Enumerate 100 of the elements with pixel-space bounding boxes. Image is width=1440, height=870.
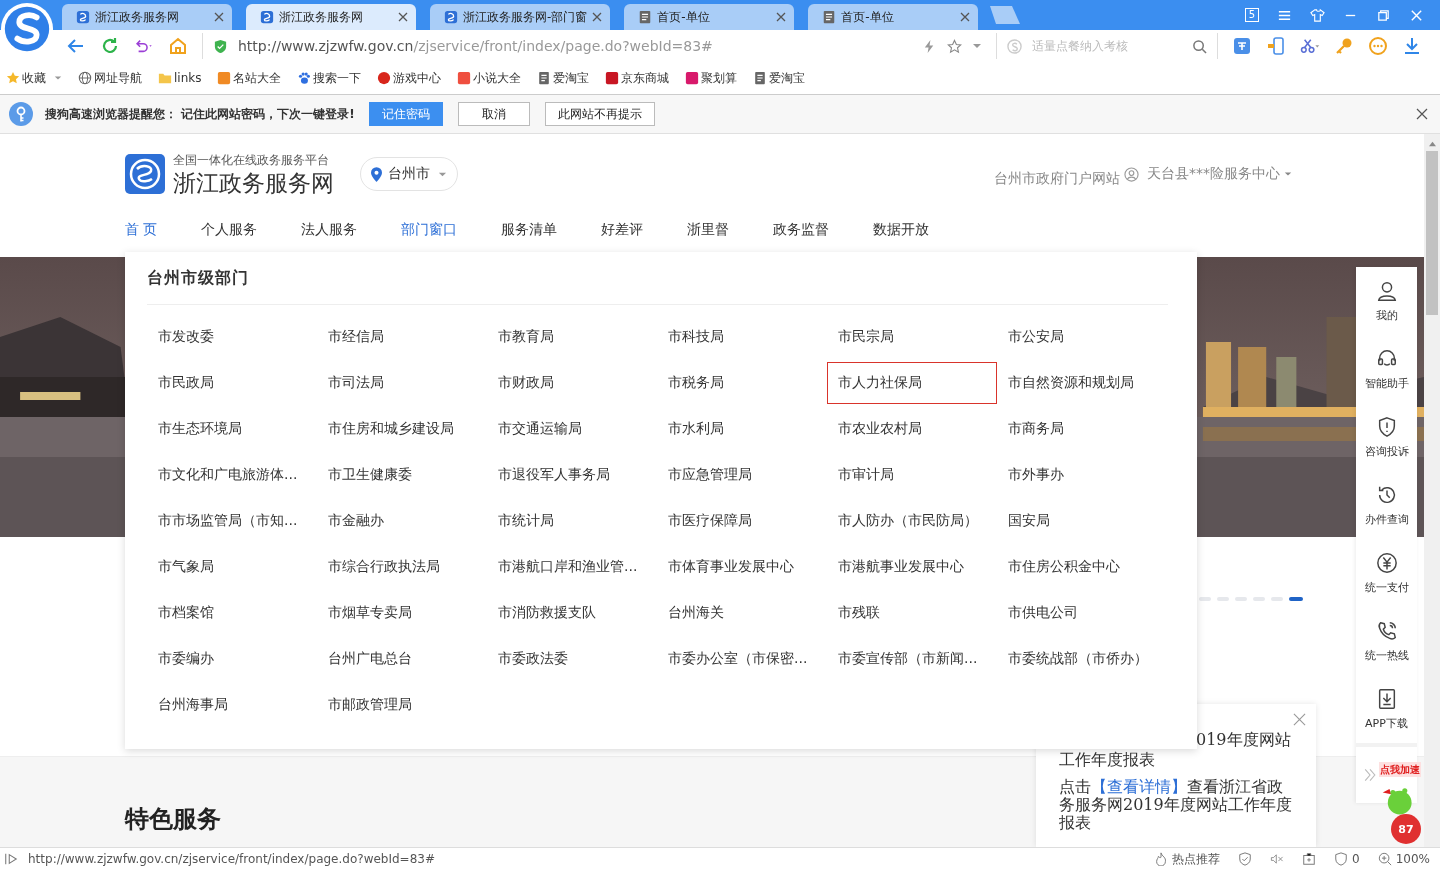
- department-link[interactable]: 市委统战部（市侨办）: [997, 638, 1167, 680]
- bookmark-item[interactable]: 京东商城: [605, 69, 670, 87]
- department-link[interactable]: 市经信局: [317, 316, 487, 358]
- prompt-button[interactable]: 此网站不再提示: [544, 102, 655, 126]
- sidebar-item[interactable]: 咨询投诉: [1356, 403, 1417, 471]
- mute-icon[interactable]: [1270, 852, 1285, 866]
- department-link[interactable]: 市委编办: [147, 638, 317, 680]
- department-link[interactable]: 市卫生健康委: [317, 454, 487, 496]
- nav-item[interactable]: 部门窗口: [401, 221, 458, 239]
- department-link[interactable]: 市委办公室（市保密...: [657, 638, 827, 680]
- department-link[interactable]: 市司法局: [317, 362, 487, 404]
- department-link[interactable]: 市统计局: [487, 500, 657, 542]
- close-icon[interactable]: [960, 12, 971, 22]
- bookmark-item[interactable]: 名站大全: [217, 69, 282, 87]
- scrollbar-thumb[interactable]: [1426, 151, 1438, 315]
- browser-tab[interactable]: 首页-单位: [808, 4, 979, 30]
- ad-block-icon[interactable]: [1334, 852, 1349, 866]
- nav-item[interactable]: 服务清单: [501, 221, 558, 239]
- sidebar-item[interactable]: 我的: [1356, 267, 1417, 335]
- department-link[interactable]: 市民宗局: [827, 316, 997, 358]
- scroll-up-icon[interactable]: [1427, 140, 1437, 147]
- restore-icon[interactable]: [1376, 7, 1391, 23]
- caret-icon[interactable]: [972, 41, 982, 51]
- bookmark-item[interactable]: 爱淘宝: [537, 69, 590, 87]
- department-link[interactable]: 市残联: [827, 592, 997, 634]
- bookmark-item[interactable]: 收藏: [6, 69, 62, 87]
- download-icon[interactable]: [1402, 36, 1422, 56]
- nav-item[interactable]: 浙里督: [687, 221, 730, 239]
- close-icon[interactable]: [1416, 108, 1428, 120]
- new-tab-icon[interactable]: [990, 6, 1021, 24]
- logo-icon[interactable]: [125, 154, 165, 194]
- refresh-icon[interactable]: [100, 36, 120, 56]
- department-link[interactable]: 市住房公积金中心: [997, 546, 1167, 588]
- department-link[interactable]: 市供电公司: [997, 592, 1167, 634]
- key-icon[interactable]: [1334, 36, 1354, 56]
- close-icon[interactable]: [592, 12, 603, 22]
- sidebar-item[interactable]: 统一支付: [1356, 539, 1417, 607]
- department-link[interactable]: 国安局: [997, 500, 1167, 542]
- nav-item[interactable]: 法人服务: [301, 221, 358, 239]
- bookmark-item[interactable]: 小说大全: [457, 69, 522, 87]
- department-link[interactable]: 市科技局: [657, 316, 827, 358]
- department-link[interactable]: 市发改委: [147, 316, 317, 358]
- zoom-level[interactable]: 100%: [1395, 852, 1430, 866]
- department-link[interactable]: 市文化和广电旅游体...: [147, 454, 317, 496]
- sidebar-item[interactable]: 统一热线: [1356, 607, 1417, 675]
- department-link[interactable]: 台州海关: [657, 592, 827, 634]
- close-icon[interactable]: [214, 12, 224, 22]
- department-link[interactable]: 市综合行政执法局: [317, 546, 487, 588]
- star-icon[interactable]: [947, 38, 962, 54]
- department-link[interactable]: 市民政局: [147, 362, 317, 404]
- bookmark-item[interactable]: 网址导航: [78, 69, 142, 87]
- bookmark-item[interactable]: 爱淘宝: [753, 69, 806, 87]
- more-icon[interactable]: [1368, 36, 1388, 56]
- department-link[interactable]: 市税务局: [657, 362, 827, 404]
- sidebar-item[interactable]: APP下载: [1356, 675, 1417, 743]
- department-link[interactable]: 台州海事局: [147, 684, 317, 726]
- close-icon[interactable]: [398, 12, 408, 22]
- department-link[interactable]: 市港航口岸和渔业管...: [487, 546, 657, 588]
- department-link[interactable]: 市烟草专卖局: [317, 592, 487, 634]
- nav-item[interactable]: 首 页: [125, 221, 158, 239]
- browser-tab[interactable]: 浙江政务服务网-部门窗: [430, 4, 611, 30]
- details-link[interactable]: 【查看详情】: [1091, 777, 1187, 796]
- department-link[interactable]: 市公安局: [997, 316, 1167, 358]
- department-link[interactable]: 市人防办（市民防局）: [827, 500, 997, 542]
- department-link[interactable]: 市外事办: [997, 454, 1167, 496]
- department-link[interactable]: 市消防救援支队: [487, 592, 657, 634]
- department-link[interactable]: 市退役军人事务局: [487, 454, 657, 496]
- browser-tab[interactable]: 浙江政务服务网: [246, 4, 416, 30]
- caret-icon[interactable]: [54, 74, 62, 82]
- toolbox-icon[interactable]: [1302, 852, 1317, 866]
- nav-item[interactable]: 好差评: [601, 221, 644, 239]
- phone-sync-icon[interactable]: [1266, 36, 1286, 56]
- department-link[interactable]: 市财政局: [487, 362, 657, 404]
- department-link[interactable]: 市审计局: [827, 454, 997, 496]
- department-link[interactable]: 市邮政管理局: [317, 684, 487, 726]
- department-link[interactable]: 市生态环境局: [147, 408, 317, 450]
- bookmark-item[interactable]: links: [158, 71, 202, 85]
- department-link[interactable]: 市档案馆: [147, 592, 317, 634]
- speed-up-badge[interactable]: 点我加速: [1379, 762, 1421, 777]
- hot-recommend-link[interactable]: 热点推荐: [1172, 850, 1221, 868]
- flame-icon[interactable]: [1154, 852, 1169, 866]
- prompt-button[interactable]: 取消: [457, 102, 530, 126]
- search-icon[interactable]: [1192, 38, 1207, 54]
- user-menu[interactable]: 天台县***险服务中心: [1147, 165, 1280, 183]
- department-link[interactable]: 市教育局: [487, 316, 657, 358]
- department-link[interactable]: 市医疗保障局: [657, 500, 827, 542]
- sidebar-item[interactable]: 智能助手: [1356, 335, 1417, 403]
- sidebar-item[interactable]: 办件查询: [1356, 471, 1417, 539]
- bookmark-item[interactable]: 聚划算: [685, 69, 738, 87]
- zoom-icon[interactable]: [1377, 852, 1392, 866]
- department-link[interactable]: 市委宣传部（市新闻...: [827, 638, 997, 680]
- department-link[interactable]: 市港航事业发展中心: [827, 546, 997, 588]
- nav-item[interactable]: 个人服务: [201, 221, 258, 239]
- department-link[interactable]: 市金融办: [317, 500, 487, 542]
- department-link[interactable]: 市人力社保局: [827, 362, 997, 404]
- nav-item[interactable]: 政务监督: [773, 221, 830, 239]
- department-link[interactable]: 台州广电总台: [317, 638, 487, 680]
- department-link[interactable]: 市应急管理局: [657, 454, 827, 496]
- browser-tab[interactable]: 首页-单位: [624, 4, 795, 30]
- portal-link[interactable]: 台州市政府门户网站: [994, 170, 1120, 188]
